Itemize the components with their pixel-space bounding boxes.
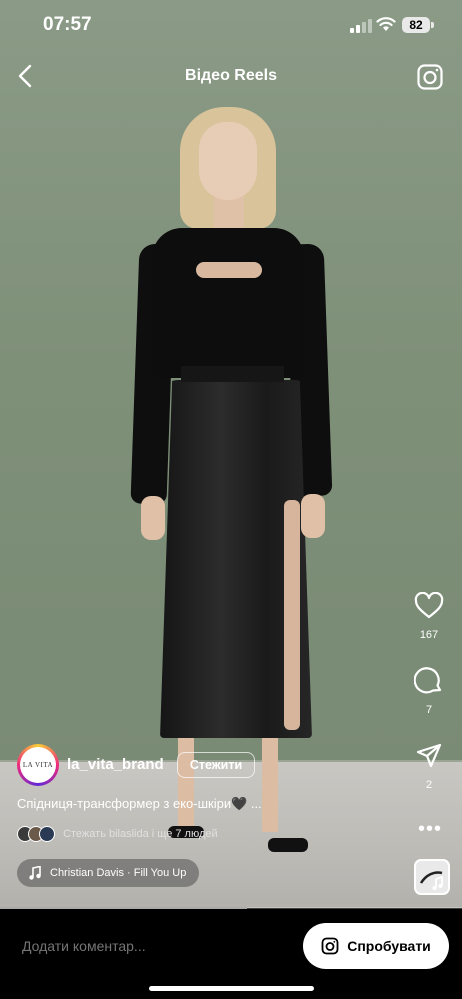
model-face bbox=[199, 122, 257, 200]
skirt-slit-leg bbox=[284, 500, 300, 730]
send-icon[interactable] bbox=[415, 742, 443, 770]
status-bar: 07:57 82 bbox=[0, 0, 462, 50]
shares-count: 2 bbox=[425, 779, 433, 791]
page-title: Відео Reels bbox=[185, 67, 277, 84]
post-caption[interactable]: Спідниця-трансформер з еко-шкіри🖤 ... bbox=[17, 796, 262, 812]
battery-indicator: 82 bbox=[402, 17, 430, 33]
likes-count: 167 bbox=[419, 629, 439, 641]
model-right-hand bbox=[301, 494, 325, 538]
status-time: 07:57 bbox=[43, 14, 92, 35]
camera-icon bbox=[321, 937, 339, 955]
comment-bubble-icon[interactable] bbox=[413, 665, 444, 695]
model-left-hand bbox=[141, 496, 165, 540]
avatar-brand-text: LA VITA bbox=[22, 761, 54, 769]
avatar-logo: LA VITA bbox=[20, 747, 56, 783]
more-options-icon[interactable]: ••• bbox=[418, 818, 442, 841]
right-sandal bbox=[268, 838, 308, 852]
music-note-icon bbox=[29, 866, 41, 880]
try-button[interactable]: Спробувати bbox=[303, 923, 449, 969]
share-action[interactable]: 2 bbox=[408, 742, 450, 791]
followed-by-text: Стежать bilaslida і ще 7 людей bbox=[63, 828, 218, 840]
comment-input[interactable] bbox=[22, 938, 203, 954]
home-indicator bbox=[149, 986, 314, 991]
followed-by-row[interactable]: Стежать bilaslida і ще 7 людей bbox=[17, 826, 218, 844]
model-right-leg bbox=[262, 736, 278, 832]
comments-count: 7 bbox=[425, 704, 433, 716]
heart-icon[interactable] bbox=[414, 591, 444, 620]
battery-tip bbox=[431, 22, 434, 28]
try-button-label: Спробувати bbox=[347, 938, 431, 954]
avatar[interactable]: LA VITA bbox=[17, 744, 59, 786]
comment-action[interactable]: 7 bbox=[408, 665, 450, 716]
top-cutout bbox=[196, 262, 262, 278]
skirt-belt bbox=[181, 366, 284, 382]
like-action[interactable]: 167 bbox=[408, 591, 450, 641]
wifi-icon bbox=[376, 17, 396, 31]
bottom-bar: Спробувати bbox=[0, 909, 462, 999]
model-top bbox=[152, 228, 304, 378]
audio-thumbnail[interactable] bbox=[414, 859, 450, 895]
reels-screen: 07:57 82 Відео Reels 167 7 2 ••• LA VITA… bbox=[0, 0, 462, 999]
music-note-icon bbox=[419, 871, 443, 890]
cellular-signal-icon bbox=[350, 19, 372, 33]
follow-button[interactable]: Стежити bbox=[177, 752, 255, 778]
model-left-leg bbox=[178, 736, 194, 832]
music-track-label: Christian Davis · Fill You Up bbox=[50, 867, 187, 879]
music-pill[interactable]: Christian Davis · Fill You Up bbox=[17, 859, 200, 887]
follower-avatar bbox=[39, 826, 55, 842]
camera-icon[interactable] bbox=[416, 63, 444, 91]
username[interactable]: la_vita_brand bbox=[67, 756, 164, 773]
